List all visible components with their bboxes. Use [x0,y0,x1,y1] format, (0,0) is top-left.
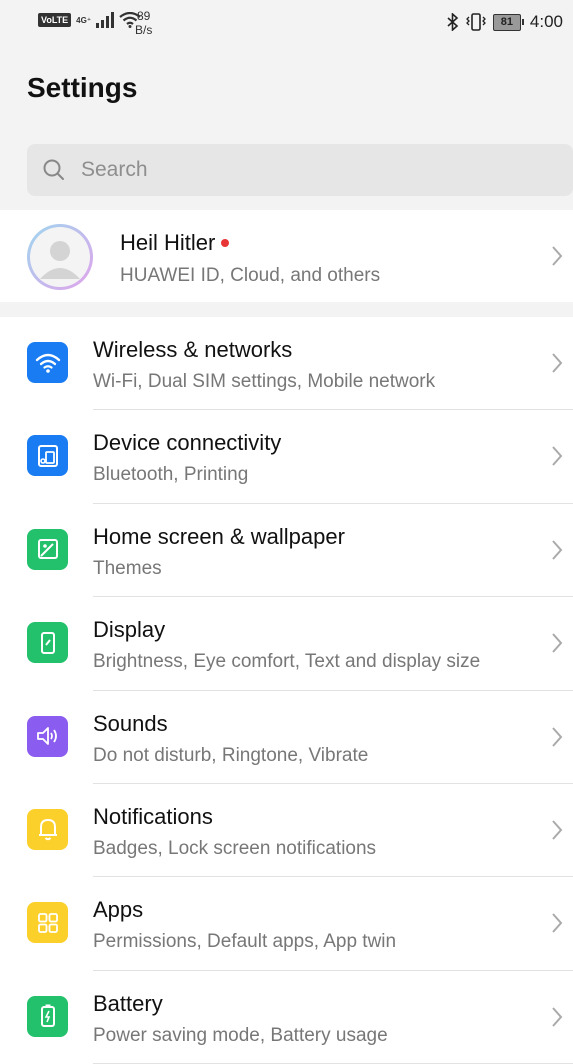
item-label: Notifications [93,803,213,829]
search-bar[interactable] [27,144,573,196]
display-icon [27,622,68,664]
chevron-right-icon [552,726,563,747]
device-connectivity-icon [27,435,68,477]
item-label: Display [93,617,166,643]
notification-dot [221,239,230,247]
clock: 4:00 [529,12,563,31]
item-subtitle: Bluetooth, Printing [93,464,249,486]
speaker-icon [27,715,68,757]
vibrate-icon [465,13,486,31]
settings-item-sounds[interactable]: Sounds Do not disturb, Ringtone, Vibrate [0,691,573,784]
default-avatar-icon [40,241,80,279]
status-bar: VoLTE 4G⁺ 89 B/s 81 4:00 [0,0,573,50]
settings-item-display[interactable]: Display Brightness, Eye comfort, Text an… [0,597,573,691]
settings-item-home-screen[interactable]: Home screen & wallpaper Themes [0,504,573,598]
volte-badge: VoLTE [38,13,72,27]
battery-icon [27,995,68,1037]
settings-item-apps[interactable]: Apps Permissions, Default apps, App twin [0,877,573,971]
speed-value: 89 [136,9,151,23]
wallpaper-icon [27,528,68,570]
item-subtitle: Power saving mode, Battery usage [93,1024,388,1046]
chevron-right-icon [552,1007,563,1027]
account-name-row: Heil Hitler [120,230,230,256]
bluetooth-icon [447,13,459,31]
item-subtitle: Themes [93,557,162,579]
item-label: Sounds [93,710,168,736]
search-input[interactable] [79,157,543,183]
page-title: Settings [27,72,138,103]
settings-item-battery[interactable]: Battery Power saving mode, Battery usage [0,971,573,1064]
settings-list: Wireless & networks Wi-Fi, Dual SIM sett… [0,317,573,1064]
item-subtitle: Do not disturb, Ringtone, Vibrate [93,744,369,766]
network-type: 4G⁺ [76,15,92,25]
status-right: 81 4:00 [447,12,563,32]
apps-grid-icon [27,902,68,944]
speed-unit: B/s [135,23,153,37]
battery-status: 81 [492,13,524,31]
item-subtitle: Permissions, Default apps, App twin [93,931,397,953]
search-icon [43,159,64,180]
item-subtitle: Wi-Fi, Dual SIM settings, Mobile network [93,371,436,392]
chevron-right-icon [552,913,563,934]
item-label: Wireless & networks [93,337,293,362]
signal-icon [96,12,115,28]
settings-item-notifications[interactable]: Notifications Badges, Lock screen notifi… [0,784,573,878]
chevron-right-icon [552,540,563,560]
battery-level: 81 [492,13,521,31]
chevron-right-icon [552,246,563,266]
item-label: Home screen & wallpaper [93,523,345,549]
account-row[interactable]: Heil Hitler HUAWEI ID, Cloud, and others [0,210,573,302]
bell-icon [27,808,68,850]
status-left: VoLTE 4G⁺ [38,12,141,28]
item-label: Battery [93,990,163,1016]
settings-item-wireless[interactable]: Wireless & networks Wi-Fi, Dual SIM sett… [0,317,573,411]
chevron-right-icon [552,353,563,373]
item-label: Device connectivity [93,430,282,456]
chevron-right-icon [552,633,563,653]
wifi-icon [27,342,68,383]
account-name: Heil Hitler [120,230,216,255]
network-speed: 89 B/s [135,9,152,37]
item-subtitle: Badges, Lock screen notifications [93,837,377,859]
item-subtitle: Brightness, Eye comfort, Text and displa… [93,651,481,673]
account-subtitle: HUAWEI ID, Cloud, and others [120,265,381,286]
avatar [27,224,93,290]
chevron-right-icon [552,446,563,467]
chevron-right-icon [552,820,563,840]
item-label: Apps [93,897,144,923]
settings-item-device-connectivity[interactable]: Device connectivity Bluetooth, Printing [0,410,573,504]
